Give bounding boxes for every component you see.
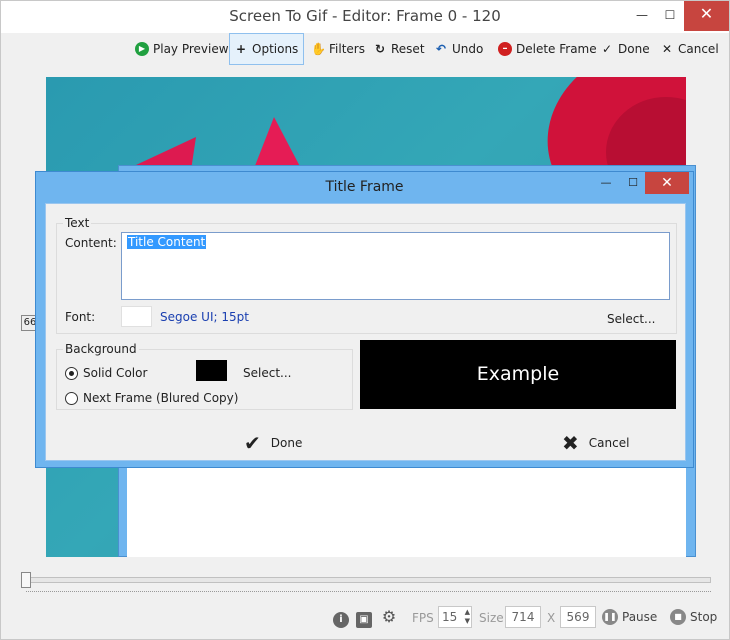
title-bar: Screen To Gif - Editor: Frame 0 - 120 — …	[1, 1, 729, 33]
font-select-button[interactable]: Select...	[607, 312, 655, 326]
maximize-button[interactable]: ☐	[655, 1, 685, 31]
x-icon: ✕	[661, 42, 673, 56]
dialog-minimize-button[interactable]: —	[592, 172, 620, 194]
font-label: Font:	[65, 310, 96, 324]
fps-value: 15	[442, 610, 458, 624]
size-label: Size	[479, 611, 504, 625]
options-button[interactable]: + Options	[229, 33, 304, 65]
dialog-done-label: Done	[270, 436, 303, 450]
reset-icon: ↻	[374, 42, 386, 56]
dialog-maximize-button[interactable]: ☐	[619, 172, 647, 194]
font-preview-swatch	[121, 306, 152, 327]
width-field[interactable]: 714	[505, 606, 541, 628]
content-textbox[interactable]: Title Content	[121, 232, 670, 300]
done-label: Done	[618, 42, 650, 56]
reset-label: Reset	[391, 42, 425, 56]
check-icon: ✓	[601, 42, 613, 56]
frame-slider-ticks	[26, 591, 711, 595]
dialog-body: Title Content Content: Font: Segoe UI; 1…	[45, 203, 686, 461]
frame-slider-track[interactable]	[21, 577, 711, 583]
dialog-cancel-button[interactable]: ✖ Cancel	[562, 432, 629, 454]
content-label: Content:	[65, 236, 117, 250]
dialog-done-button[interactable]: ✔ Done	[244, 432, 302, 454]
font-value: Segoe UI; 15pt	[160, 310, 249, 324]
background-select-button[interactable]: Select...	[243, 366, 291, 380]
fps-label: FPS	[412, 611, 434, 625]
undo-icon: ↶	[435, 42, 447, 56]
options-label: Options	[252, 42, 299, 56]
radio-dot	[65, 391, 78, 405]
reset-button[interactable]: ↻ Reset	[369, 33, 429, 65]
delete-icon: –	[498, 42, 512, 56]
close-button[interactable]: ✕	[684, 1, 729, 31]
stop-label: Stop	[690, 610, 718, 624]
plus-icon: +	[235, 42, 247, 56]
filters-label: Filters	[329, 42, 365, 56]
solid-color-label: Solid Color	[83, 366, 148, 380]
gear-icon[interactable]: ⚙	[381, 609, 397, 627]
hand-icon: ✋	[311, 42, 326, 56]
toolbar: ▶ Play Preview + Options ✋ Filters ↻ Res…	[1, 33, 729, 67]
cancel-label: Cancel	[678, 42, 719, 56]
play-preview-label: Play Preview	[153, 42, 229, 56]
pause-label: Pause	[622, 610, 658, 624]
dialog-cancel-label: Cancel	[588, 436, 630, 450]
frame-slider-thumb[interactable]	[21, 572, 31, 588]
status-bar: i ▣ ⚙ FPS 15 ▲ ▼ Size 714 X 569 ❚❚ Pause …	[1, 601, 729, 635]
done-button[interactable]: ✓ Done	[596, 33, 654, 65]
window-title: Screen To Gif - Editor: Frame 0 - 120	[229, 7, 501, 25]
text-group: Title Content Content: Font: Segoe UI; 1…	[56, 223, 677, 334]
fps-stepper[interactable]: 15 ▲ ▼	[438, 606, 472, 628]
background-group-label: Background	[63, 342, 139, 356]
background-color-swatch[interactable]	[196, 360, 227, 381]
stop-icon: ■	[670, 609, 686, 625]
pause-button[interactable]: ❚❚ Pause	[602, 607, 657, 627]
stepper-arrows-icon[interactable]: ▲ ▼	[465, 608, 470, 626]
radio-dot	[65, 366, 78, 380]
solid-color-radio[interactable]: Solid Color	[65, 366, 147, 380]
cancel-button[interactable]: ✕ Cancel	[656, 33, 723, 65]
pause-icon: ❚❚	[602, 609, 618, 625]
undo-label: Undo	[452, 42, 484, 56]
title-frame-dialog: Title Frame — ☐ ✕ Title Content Content:…	[35, 171, 694, 468]
filters-button[interactable]: ✋ Filters	[307, 33, 369, 65]
next-frame-label: Next Frame (Blured Copy)	[83, 391, 239, 405]
info-icon[interactable]: i	[333, 609, 349, 628]
play-preview-button[interactable]: ▶ Play Preview	[131, 33, 233, 65]
stop-button[interactable]: ■ Stop	[670, 607, 717, 627]
dialog-close-button[interactable]: ✕	[645, 172, 689, 194]
image-icon[interactable]: ▣	[356, 609, 372, 628]
x-separator: X	[547, 611, 556, 625]
next-frame-radio[interactable]: Next Frame (Blured Copy)	[65, 391, 238, 405]
example-preview: Example	[360, 340, 676, 409]
play-icon: ▶	[135, 42, 149, 56]
title-frame-preview-content	[127, 461, 686, 557]
text-group-label: Text	[63, 216, 92, 230]
delete-frame-button[interactable]: – Delete Frame	[494, 33, 601, 65]
undo-button[interactable]: ↶ Undo	[430, 33, 487, 65]
cross-icon: ✖	[562, 431, 579, 455]
delete-frame-label: Delete Frame	[516, 42, 597, 56]
height-field[interactable]: 569	[560, 606, 596, 628]
checkmark-icon: ✔	[244, 431, 261, 455]
minimize-button[interactable]: —	[627, 1, 657, 31]
content-value: Title Content	[127, 235, 207, 249]
